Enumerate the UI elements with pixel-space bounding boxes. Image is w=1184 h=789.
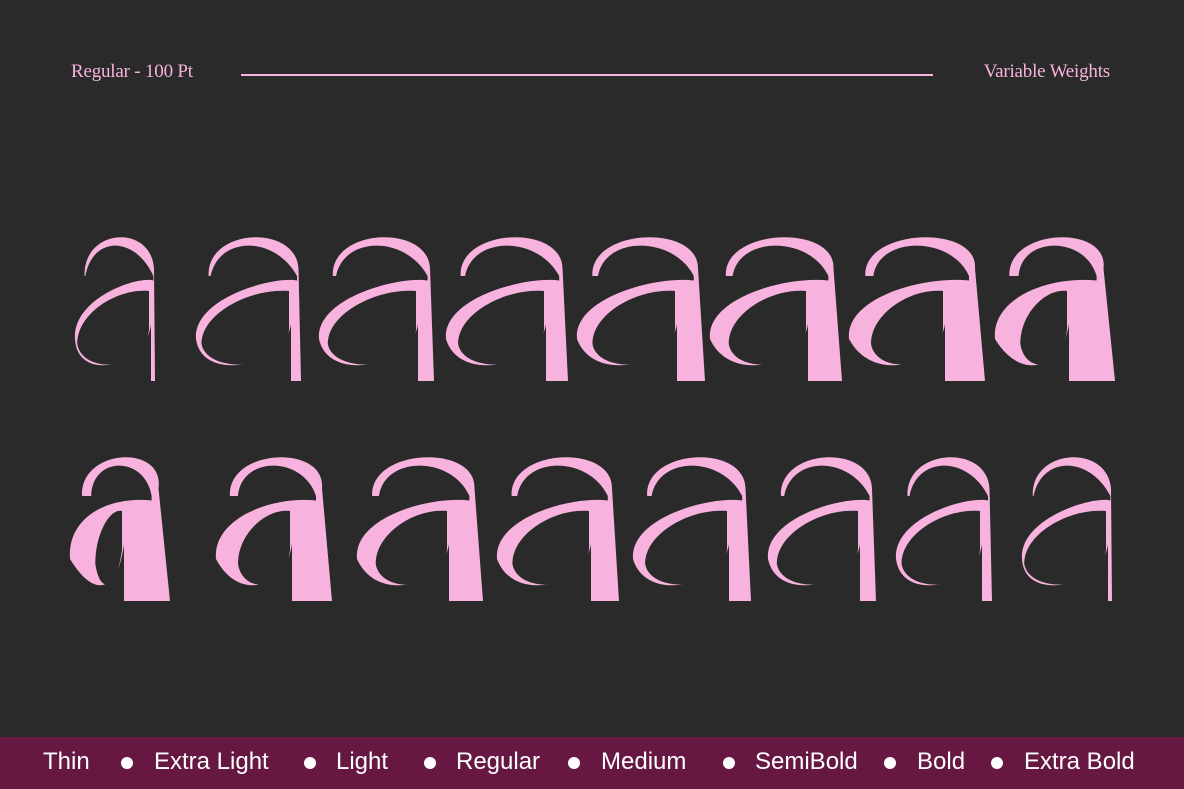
- weight-label-extra-light: Extra Light: [154, 748, 269, 775]
- weight-label-semibold: SemiBold: [755, 748, 858, 775]
- glyph-specimen: [0, 0, 1184, 700]
- glyph-a-extra-light: [895, 457, 992, 601]
- bullet-dot: [424, 757, 436, 769]
- bullet-dot: [991, 757, 1003, 769]
- weight-label-bold: Bold: [917, 748, 966, 775]
- glyph-a-regular: [445, 237, 568, 381]
- glyph-a-bold: [215, 457, 332, 601]
- glyph-a-bold: [848, 237, 985, 381]
- weight-label-medium: Medium: [601, 748, 687, 775]
- glyph-a-semibold: [356, 457, 483, 601]
- glyph-a-extra-bold: [69, 457, 170, 601]
- weight-label-regular: Regular: [456, 748, 541, 775]
- bullet-dot: [884, 757, 896, 769]
- glyph-a-regular: [632, 457, 751, 601]
- glyph-a-extra-light: [195, 237, 301, 381]
- glyph-a-light: [767, 457, 876, 601]
- glyph-a-medium: [576, 237, 705, 381]
- glyph-a-medium: [496, 457, 619, 601]
- glyph-specimen-svg: [69, 237, 1115, 601]
- bullet-dot: [568, 757, 580, 769]
- glyph-a-thin: [1021, 457, 1112, 601]
- glyph-a-semibold: [709, 237, 842, 381]
- bullet-dot: [723, 757, 735, 769]
- weight-label-light: Light: [336, 748, 389, 775]
- weight-label-thin: Thin: [43, 748, 90, 775]
- glyph-a-extra-bold: [994, 237, 1115, 381]
- glyph-a-thin: [74, 237, 155, 381]
- weight-label-extra-bold: Extra Bold: [1024, 748, 1135, 775]
- bullet-dot: [121, 757, 133, 769]
- glyph-a-light: [318, 237, 434, 381]
- bullet-dot: [304, 757, 316, 769]
